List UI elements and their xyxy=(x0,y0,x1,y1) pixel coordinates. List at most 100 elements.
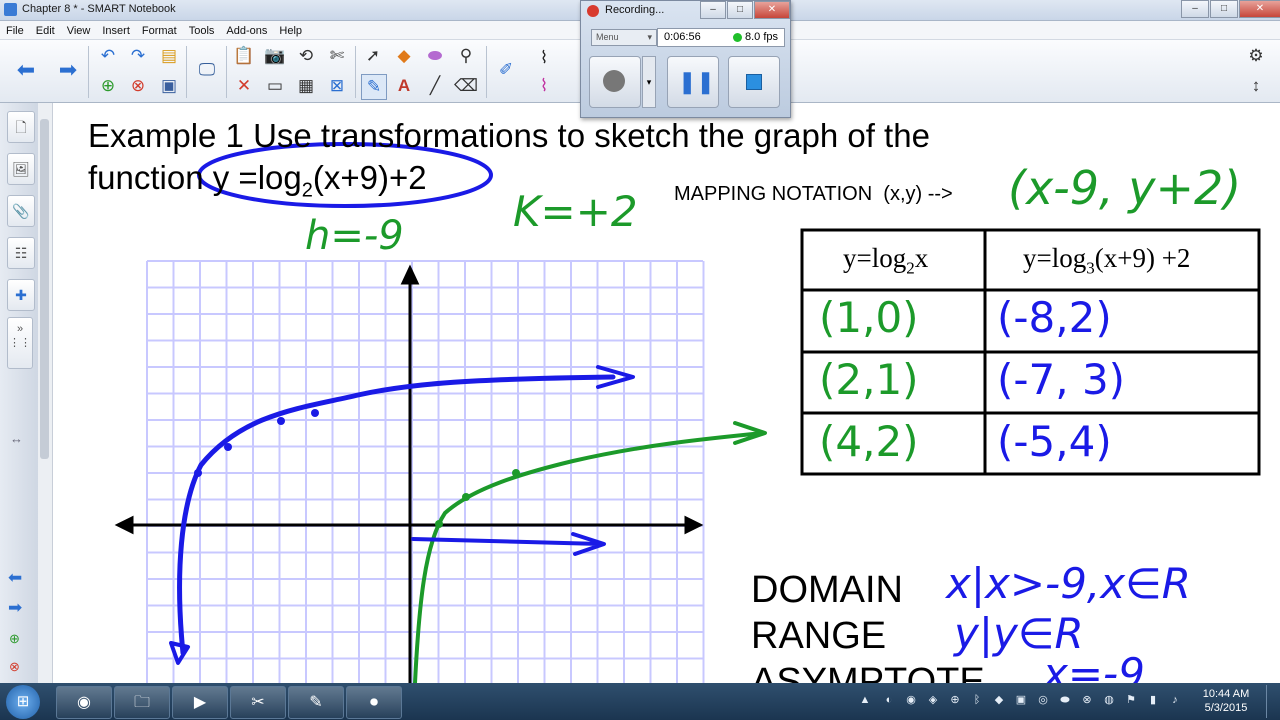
range-label: RANGE xyxy=(751,615,887,657)
parent-function-curve xyxy=(169,365,635,665)
remove-page-icon[interactable]: ⊗ xyxy=(9,659,20,675)
snipping-tool-icon[interactable]: ✂ xyxy=(230,686,286,719)
open-icon[interactable]: ▤ xyxy=(157,44,181,68)
line-style-magenta-icon[interactable]: ⌇ xyxy=(532,74,556,98)
clear-icon[interactable]: ✕ xyxy=(232,74,256,98)
menu-help[interactable]: Help xyxy=(273,23,308,37)
notebook-page[interactable]: Example 1 Use transformations to sketch … xyxy=(53,103,1280,683)
undo-alt-icon[interactable]: ⟲ xyxy=(294,44,318,68)
tray-icon-10[interactable]: ⬬ xyxy=(1058,693,1072,707)
camera-icon[interactable]: 📷 xyxy=(263,44,287,68)
delete-page-icon[interactable]: ⊗ xyxy=(126,74,150,98)
forward-arrow-icon[interactable]: ➡ xyxy=(56,58,80,82)
close-icon[interactable]: ✕ xyxy=(1239,0,1280,18)
screen-icon[interactable]: 🖵 xyxy=(195,58,219,82)
record-button[interactable] xyxy=(589,56,641,108)
page-sorter-tab-icon[interactable]: 🗋 xyxy=(7,111,35,143)
table-header-transformed: y=log3(x+9) +2 xyxy=(1023,243,1191,278)
show-desktop-button[interactable] xyxy=(1266,685,1279,718)
table-icon[interactable]: ▦ xyxy=(294,74,318,98)
recorder-restore-icon[interactable]: □ xyxy=(727,1,753,19)
screen-shade-icon[interactable]: ▭ xyxy=(263,74,287,98)
tray-icon-9[interactable]: ◎ xyxy=(1036,693,1050,707)
properties-tab-icon[interactable]: ☷ xyxy=(7,237,35,269)
minimize-icon[interactable]: – xyxy=(1181,0,1209,18)
new-page-icon[interactable]: ⊕ xyxy=(96,74,120,98)
toolbar-move-icon[interactable]: ↕ xyxy=(1244,74,1268,98)
text-icon[interactable]: A xyxy=(392,74,416,98)
tray-icon-11[interactable]: ⊗ xyxy=(1080,693,1094,707)
scrollbar-thumb[interactable] xyxy=(40,119,49,459)
tray-icon-4[interactable]: ◈ xyxy=(926,693,940,707)
tray-icon-8[interactable]: ▣ xyxy=(1014,693,1028,707)
select-icon[interactable]: ➚ xyxy=(361,44,385,68)
menu-add-ons[interactable]: Add-ons xyxy=(220,23,273,37)
add-page-icon[interactable]: ⊕ xyxy=(9,631,20,647)
tray-icon-5[interactable]: ⊕ xyxy=(948,693,962,707)
maximize-icon[interactable]: □ xyxy=(1210,0,1238,18)
menu-view[interactable]: View xyxy=(61,23,97,37)
line-style-black-icon[interactable]: ⌇ xyxy=(532,46,556,70)
table-row1-parent: (1,0) xyxy=(819,293,919,342)
tray-icon-3[interactable]: ◉ xyxy=(904,693,918,707)
pause-button[interactable]: ❚❚ xyxy=(667,56,719,108)
tray-icon-7[interactable]: ◆ xyxy=(992,693,1006,707)
stop-button[interactable] xyxy=(728,56,780,108)
chrome-icon[interactable]: ◉ xyxy=(56,686,112,719)
attachments-tab-icon[interactable]: 📎 xyxy=(7,195,35,227)
menu-file[interactable]: File xyxy=(0,23,30,37)
recorder-menu-dropdown[interactable]: Menu ▾ xyxy=(591,29,657,46)
recorder-window[interactable]: Recording... – □ ✕ Menu ▾ 0:06:56 8.0 fps… xyxy=(580,0,791,118)
system-clock[interactable]: 10:44 AM 5/3/2015 xyxy=(1196,687,1256,715)
recorder-minimize-icon[interactable]: – xyxy=(700,1,726,19)
redo-icon[interactable]: ↷ xyxy=(126,44,150,68)
eraser-icon[interactable]: ⬬ xyxy=(423,44,447,68)
paste-icon[interactable]: 📋 xyxy=(232,44,256,68)
add-ons-tab-icon[interactable]: ✚ xyxy=(7,279,35,311)
graph-grid xyxy=(146,260,705,683)
pens-icon[interactable]: ✎ xyxy=(361,74,387,100)
settings-icon[interactable]: ⚙ xyxy=(1244,44,1268,68)
expand-sidebar-icon[interactable]: » ⋮⋮ xyxy=(7,317,33,369)
shapes-icon[interactable]: ◆ xyxy=(392,44,416,68)
previous-page-icon[interactable]: ⬅ xyxy=(8,568,22,588)
stop-icon xyxy=(746,74,762,90)
gallery-tab-icon[interactable]: 🖼 xyxy=(7,153,35,185)
record-options-dropdown[interactable]: ▾ xyxy=(642,56,656,108)
windows-start-icon[interactable]: ⊞ xyxy=(6,685,40,719)
line-icon[interactable]: ╱ xyxy=(423,74,447,98)
vertical-shift-note: K=+2 xyxy=(513,187,638,236)
undo-icon[interactable]: ↶ xyxy=(96,44,120,68)
menu-tools[interactable]: Tools xyxy=(183,23,221,37)
table-row2-transformed: (-7, 3) xyxy=(997,355,1126,404)
network-icon[interactable]: ▮ xyxy=(1146,693,1160,707)
menu-format[interactable]: Format xyxy=(136,23,183,37)
recorder-title: Recording... xyxy=(605,4,665,16)
media-player-icon[interactable]: ▶ xyxy=(172,686,228,719)
recorder-task-icon[interactable]: ⏺ xyxy=(346,686,402,719)
next-page-icon[interactable]: ➡ xyxy=(8,598,22,618)
bluetooth-icon[interactable]: ᛒ xyxy=(970,693,984,707)
back-arrow-icon[interactable]: ⬅ xyxy=(14,58,38,82)
pen-tool-icon[interactable]: ✐ xyxy=(494,58,518,82)
tray-icon-1[interactable]: ▲ xyxy=(858,693,872,707)
recorder-close-icon[interactable]: ✕ xyxy=(754,1,790,19)
record-icon xyxy=(603,70,625,92)
volume-icon[interactable]: ♪ xyxy=(1168,693,1182,707)
file-explorer-icon[interactable]: 🗀 xyxy=(114,686,170,719)
highlighter-icon[interactable]: ⚲ xyxy=(454,44,478,68)
menu-edit[interactable]: Edit xyxy=(30,23,61,37)
cut-icon[interactable]: ✄ xyxy=(325,44,349,68)
save-icon[interactable]: ▣ xyxy=(157,74,181,98)
tray-icon-12[interactable]: ◍ xyxy=(1102,693,1116,707)
fill-icon[interactable]: ⊠ xyxy=(325,74,349,98)
flag-icon[interactable]: ⚑ xyxy=(1124,693,1138,707)
pen-icon[interactable]: ⌫ xyxy=(454,74,478,98)
menu-insert[interactable]: Insert xyxy=(96,23,136,37)
resize-handle-icon[interactable]: ↔ xyxy=(10,431,23,446)
vertical-scrollbar[interactable] xyxy=(38,103,53,683)
function-suffix: (x+9)+2 xyxy=(312,159,427,196)
tray-icon-2[interactable]: ◐ xyxy=(882,693,896,707)
fps-status-icon xyxy=(733,33,742,42)
smart-notebook-task-icon[interactable]: ✎ xyxy=(288,686,344,719)
